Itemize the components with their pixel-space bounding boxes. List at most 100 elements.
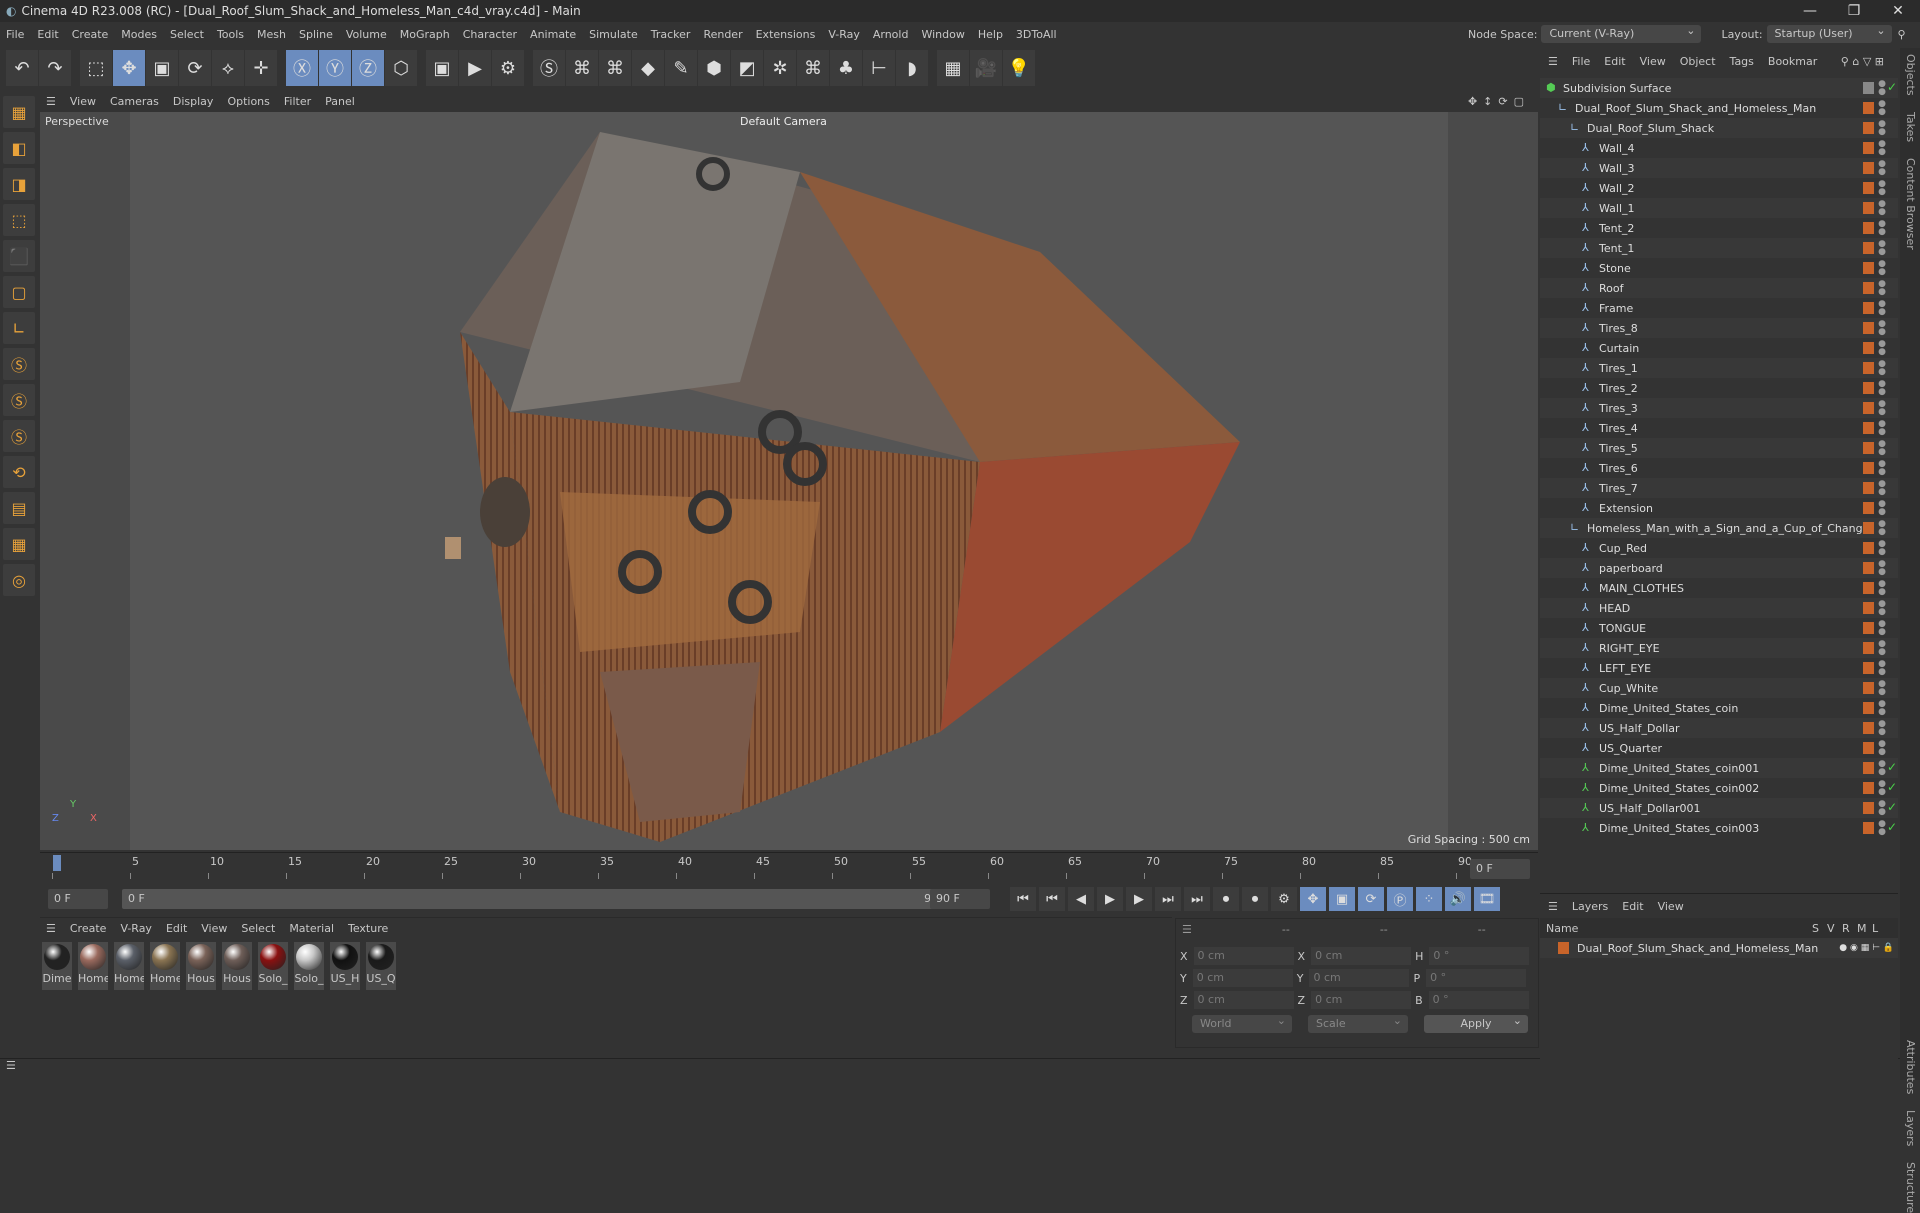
rotate-icon[interactable]: ⟳ bbox=[179, 50, 211, 86]
visibility-dots[interactable]: ● ● bbox=[1878, 720, 1886, 737]
visibility-dots[interactable]: ● ● bbox=[1878, 320, 1886, 337]
undo-icon[interactable]: ↶ bbox=[6, 50, 38, 86]
material-swatch[interactable]: Solo_ bbox=[258, 942, 288, 990]
menu-help[interactable]: Help bbox=[978, 28, 1003, 41]
scale-icon[interactable]: ▣ bbox=[146, 50, 178, 86]
menu-icon[interactable]: ☰ bbox=[46, 95, 56, 108]
end-frame-field[interactable]: 90 F bbox=[930, 889, 990, 909]
object-row[interactable]: ⅄ Dime_United_States_coin001 ● ● ✓ bbox=[1540, 758, 1898, 778]
layer-color-tag[interactable] bbox=[1863, 182, 1874, 194]
material-swatch[interactable]: Hous bbox=[222, 942, 252, 990]
visibility-dots[interactable]: ● ● bbox=[1878, 460, 1886, 477]
enabled-check-icon[interactable]: ✓ bbox=[1887, 780, 1897, 794]
menu-simulate[interactable]: Simulate bbox=[589, 28, 638, 41]
start-frame-field[interactable]: 0 F bbox=[48, 889, 108, 909]
layer-color-tag[interactable] bbox=[1863, 422, 1874, 434]
live-selection-icon[interactable]: ⬚ bbox=[80, 50, 112, 86]
visibility-dots[interactable]: ● ● bbox=[1878, 280, 1886, 297]
transport-button-icon[interactable]: ⏮ bbox=[1010, 887, 1036, 911]
visibility-dots[interactable]: ● ● bbox=[1878, 740, 1886, 757]
layer-color-tag[interactable] bbox=[1863, 162, 1874, 174]
visibility-dots[interactable]: ● ● bbox=[1878, 340, 1886, 357]
sweep-icon[interactable]: ◗ bbox=[896, 50, 928, 86]
mode-tool-icon[interactable]: ⬛ bbox=[3, 240, 35, 272]
vp-menu-display[interactable]: Display bbox=[173, 95, 214, 108]
transport-button-icon[interactable]: 🎞 bbox=[1474, 887, 1500, 911]
visibility-dots[interactable]: ● ● bbox=[1878, 520, 1886, 537]
visibility-dots[interactable]: ● ● bbox=[1878, 120, 1886, 137]
visibility-dots[interactable]: ● ● bbox=[1878, 440, 1886, 457]
layer-color-tag[interactable] bbox=[1863, 322, 1874, 334]
material-swatch[interactable]: US_Q bbox=[366, 942, 396, 990]
transport-button-icon[interactable]: Ⓟ bbox=[1387, 887, 1413, 911]
coord-field[interactable]: 0 cm bbox=[1311, 991, 1412, 1009]
object-row[interactable]: ⅄ Stone ● ● bbox=[1540, 258, 1898, 278]
transport-button-icon[interactable]: ⏮ bbox=[1039, 887, 1065, 911]
obj-menu-tags[interactable]: Tags bbox=[1730, 55, 1754, 68]
object-row[interactable]: ⅄ Frame ● ● bbox=[1540, 298, 1898, 318]
enabled-check-icon[interactable]: ✓ bbox=[1887, 760, 1897, 774]
vp-menu-panel[interactable]: Panel bbox=[325, 95, 355, 108]
subdiv-toggle[interactable] bbox=[1863, 82, 1874, 94]
visibility-dots[interactable]: ● ● bbox=[1878, 760, 1886, 777]
visibility-dots[interactable]: ● ● bbox=[1878, 480, 1886, 497]
minimize-button[interactable]: — bbox=[1788, 0, 1832, 22]
transport-button-icon[interactable]: ▶ bbox=[1097, 887, 1123, 911]
object-row[interactable]: ⅄ Extension ● ● bbox=[1540, 498, 1898, 518]
visibility-dots[interactable]: ● ● bbox=[1878, 100, 1886, 117]
visibility-dots[interactable]: ● ● bbox=[1878, 380, 1886, 397]
menu-edit[interactable]: Edit bbox=[37, 28, 58, 41]
maximize-button[interactable]: ❐ bbox=[1832, 0, 1876, 22]
coord-field[interactable]: 0 ° bbox=[1428, 991, 1529, 1009]
generator-icon[interactable]: ⬢ bbox=[698, 50, 730, 86]
coord-mode-select[interactable]: World bbox=[1192, 1012, 1292, 1033]
coord-field[interactable]: 0 ° bbox=[1426, 969, 1527, 987]
visibility-dots[interactable]: ● ● bbox=[1878, 160, 1886, 177]
object-row[interactable]: ⅄ Dime_United_States_coin ● ● bbox=[1540, 698, 1898, 718]
mode-tool-icon[interactable]: ▦ bbox=[3, 96, 35, 128]
menu-modes[interactable]: Modes bbox=[121, 28, 157, 41]
z-axis-icon[interactable]: Ⓩ bbox=[352, 50, 384, 86]
visibility-dots[interactable]: ● ● bbox=[1878, 80, 1886, 97]
layer-color-tag[interactable] bbox=[1863, 502, 1874, 514]
tab-takes[interactable]: Takes bbox=[1904, 112, 1917, 142]
transport-button-icon[interactable]: ⏭ bbox=[1155, 887, 1181, 911]
object-row[interactable]: ⬢ Subdivision Surface ● ● ✓ bbox=[1540, 78, 1898, 98]
transport-button-icon[interactable]: ⚙ bbox=[1271, 887, 1297, 911]
coord-field[interactable]: 0 cm bbox=[1193, 947, 1294, 965]
menu-mograph[interactable]: MoGraph bbox=[400, 28, 450, 41]
material-swatch[interactable]: Home bbox=[78, 942, 108, 990]
coord-field[interactable]: 0 cm bbox=[1193, 991, 1294, 1009]
add-icon[interactable]: ✛ bbox=[245, 50, 277, 86]
python3-icon[interactable]: ⌘ bbox=[797, 50, 829, 86]
search-icon[interactable]: ⚲ bbox=[1898, 28, 1906, 41]
object-row[interactable]: ⅄ Tires_7 ● ● bbox=[1540, 478, 1898, 498]
mograph-icon[interactable]: ✲ bbox=[764, 50, 796, 86]
object-row[interactable]: ⅄ Cup_Red ● ● bbox=[1540, 538, 1898, 558]
object-row[interactable]: ∟ Dual_Roof_Slum_Shack_and_Homeless_Man ● ● bbox=[1540, 98, 1898, 118]
visibility-dots[interactable]: ● ● bbox=[1878, 620, 1886, 637]
visibility-dots[interactable]: ● ● bbox=[1878, 220, 1886, 237]
camera-label[interactable]: Default Camera bbox=[740, 115, 827, 128]
object-row[interactable]: ⅄ US_Quarter ● ● bbox=[1540, 738, 1898, 758]
layer-color-tag[interactable] bbox=[1863, 222, 1874, 234]
transport-button-icon[interactable]: ◀ bbox=[1068, 887, 1094, 911]
vray-icon[interactable]: Ⓢ bbox=[533, 50, 565, 86]
coord-field[interactable]: 0 ° bbox=[1429, 947, 1530, 965]
menu-arnold[interactable]: Arnold bbox=[873, 28, 909, 41]
object-row[interactable]: ⅄ Tires_5 ● ● bbox=[1540, 438, 1898, 458]
menu-select[interactable]: Select bbox=[170, 28, 204, 41]
layer-color-tag[interactable] bbox=[1863, 522, 1874, 534]
menu-v-ray[interactable]: V-Ray bbox=[828, 28, 860, 41]
layer-color-tag[interactable] bbox=[1863, 142, 1874, 154]
mode-tool-icon[interactable]: ⬚ bbox=[3, 204, 35, 236]
menu-tracker[interactable]: Tracker bbox=[651, 28, 691, 41]
layer-color-tag[interactable] bbox=[1863, 562, 1874, 574]
layer-color-tag[interactable] bbox=[1863, 122, 1874, 134]
layer-color-tag[interactable] bbox=[1863, 302, 1874, 314]
mat-menu-material[interactable]: Material bbox=[289, 922, 334, 935]
layer-color-tag[interactable] bbox=[1863, 542, 1874, 554]
menu-icon[interactable]: ☰ bbox=[1548, 55, 1558, 68]
object-row[interactable]: ⅄ HEAD ● ● bbox=[1540, 598, 1898, 618]
visibility-dots[interactable]: ● ● bbox=[1878, 820, 1886, 837]
